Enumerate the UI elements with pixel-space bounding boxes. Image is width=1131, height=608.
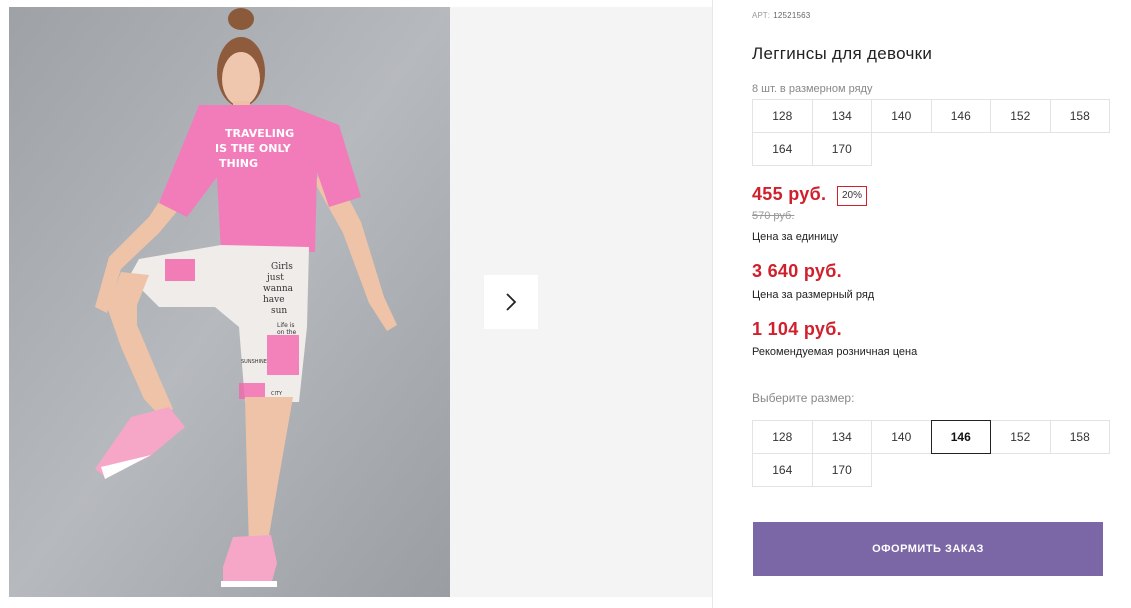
- print-text-7: on the: [277, 329, 297, 336]
- next-image-button[interactable]: [484, 275, 538, 329]
- pack-size-134: 134: [811, 99, 872, 133]
- pack-note: 8 шт. в размерном ряду: [752, 83, 873, 95]
- panel-divider: [712, 0, 713, 608]
- pack-size-128: 128: [752, 99, 813, 133]
- print-text-8: SUNSHINE: [241, 359, 267, 365]
- size-option-140[interactable]: 140: [871, 420, 932, 454]
- product-title: Леггинсы для девочки: [752, 44, 933, 63]
- pack-size-170: 170: [811, 132, 872, 166]
- pack-price: 3 640 руб.: [752, 261, 842, 281]
- retail-price: 1 104 руб.: [752, 319, 842, 339]
- size-option-134[interactable]: 134: [811, 420, 872, 454]
- shirt-text-1: TRAVELING: [225, 127, 294, 140]
- article-number: АРТ: 12521563: [752, 11, 810, 20]
- product-photo: TRAVELING IS THE ONLY THING Girls just w…: [9, 7, 450, 597]
- size-option-164[interactable]: 164: [752, 453, 813, 487]
- size-option-146-selected[interactable]: 146: [930, 420, 991, 454]
- discount-badge: 20%: [837, 186, 868, 206]
- size-option-170[interactable]: 170: [811, 453, 872, 487]
- print-text-3: wanna: [263, 284, 294, 294]
- shirt-text-3: THING: [219, 157, 258, 170]
- print-text-5: sun: [271, 306, 287, 316]
- pack-price-label: Цена за размерный ряд: [752, 289, 875, 301]
- unit-price-label: Цена за единицу: [752, 231, 839, 243]
- print-text-6: Life is: [277, 322, 295, 329]
- pack-size-164: 164: [752, 132, 813, 166]
- order-button[interactable]: ОФОРМИТЬ ЗАКАЗ: [753, 522, 1103, 576]
- article-label: АРТ:: [752, 11, 771, 20]
- choose-size-label: Выберите размер:: [752, 391, 855, 405]
- size-selector: 128 134 140 146 152 158 164 170: [752, 420, 1110, 487]
- size-option-158[interactable]: 158: [1049, 420, 1110, 454]
- print-text-1: Girls: [271, 262, 293, 272]
- pack-size-grid: 128 134 140 146 152 158 164 170: [752, 99, 1110, 166]
- old-price: 570 руб.: [752, 210, 795, 222]
- chevron-right-icon: [506, 293, 517, 311]
- print-text-9: CITY: [271, 391, 283, 397]
- pack-size-140: 140: [871, 99, 932, 133]
- pack-size-146: 146: [930, 99, 991, 133]
- pack-size-152: 152: [990, 99, 1051, 133]
- print-text-2: just: [266, 273, 284, 283]
- product-photo-illustration: TRAVELING IS THE ONLY THING Girls just w…: [9, 7, 450, 597]
- unit-price: 455 руб.: [752, 184, 827, 204]
- pack-size-158: 158: [1049, 99, 1110, 133]
- article-value: 12521563: [773, 11, 811, 20]
- retail-price-label: Рекомендуемая розничная цена: [752, 346, 918, 358]
- shirt-text-2: IS THE ONLY: [215, 142, 292, 155]
- size-option-152[interactable]: 152: [990, 420, 1051, 454]
- size-option-128[interactable]: 128: [752, 420, 813, 454]
- print-text-4: have: [263, 295, 285, 305]
